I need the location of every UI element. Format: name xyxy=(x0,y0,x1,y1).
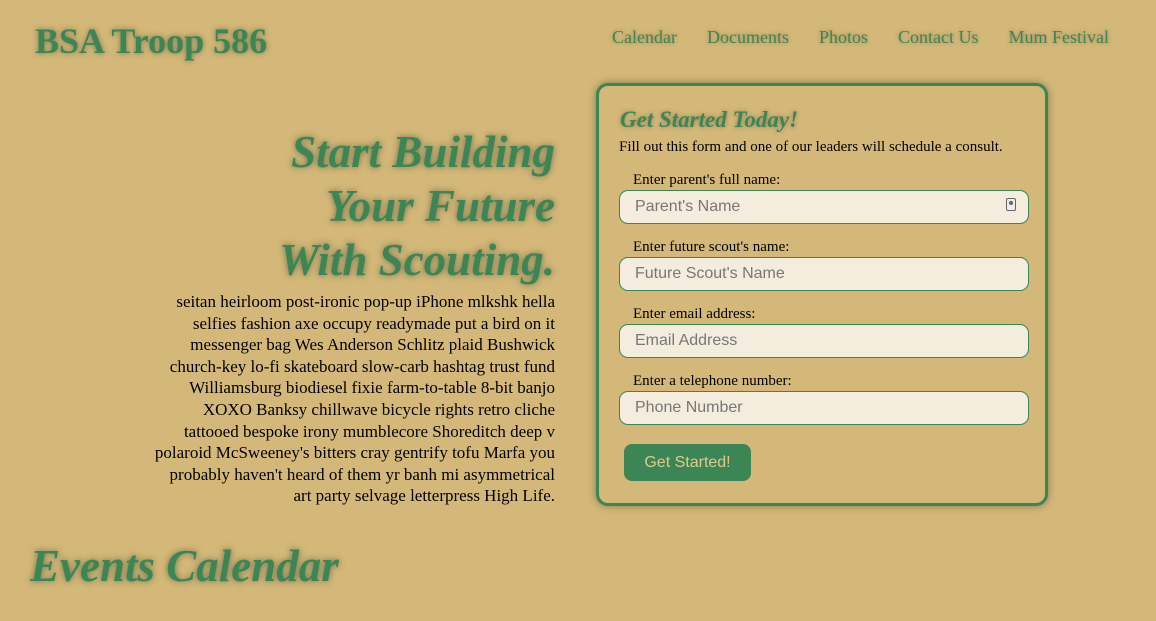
nav-link-photos[interactable]: Photos xyxy=(819,27,868,48)
hero-body-text: seitan heirloom post-ironic pop-up iPhon… xyxy=(154,292,555,506)
nav-link-calendar[interactable]: Calendar xyxy=(612,27,677,48)
scout-name-label: Enter future scout's name: xyxy=(633,239,790,255)
site-title[interactable]: BSA Troop 586 xyxy=(35,20,267,62)
nav-link-documents[interactable]: Documents xyxy=(707,27,789,48)
phone-label: Enter a telephone number: xyxy=(633,373,792,389)
form-intro: Fill out this form and one of our leader… xyxy=(619,139,1003,155)
signup-form: Get Started Today! Fill out this form an… xyxy=(596,83,1048,506)
hero-heading-line-3: With Scouting. xyxy=(279,235,555,285)
hero-heading: Start Building Your Future With Scouting… xyxy=(150,125,555,287)
phone-input[interactable] xyxy=(619,391,1029,425)
events-calendar-heading: Events Calendar xyxy=(30,541,339,591)
nav-link-mum-festival[interactable]: Mum Festival xyxy=(1008,27,1109,48)
get-started-button[interactable]: Get Started! xyxy=(624,444,751,481)
contact-card-icon[interactable] xyxy=(1006,198,1016,211)
scout-name-input[interactable] xyxy=(619,257,1029,291)
parent-name-label: Enter parent's full name: xyxy=(633,172,781,188)
email-label: Enter email address: xyxy=(633,306,756,322)
parent-name-input[interactable] xyxy=(619,190,1029,224)
hero-heading-line-2: Your Future xyxy=(326,181,555,231)
hero-heading-line-1: Start Building xyxy=(291,127,555,177)
nav-link-contact-us[interactable]: Contact Us xyxy=(898,27,979,48)
main-nav: Calendar Documents Photos Contact Us Mum… xyxy=(612,27,1109,48)
email-input[interactable] xyxy=(619,324,1029,358)
hero-section: Start Building Your Future With Scouting… xyxy=(150,125,555,507)
form-title: Get Started Today! xyxy=(620,107,799,132)
